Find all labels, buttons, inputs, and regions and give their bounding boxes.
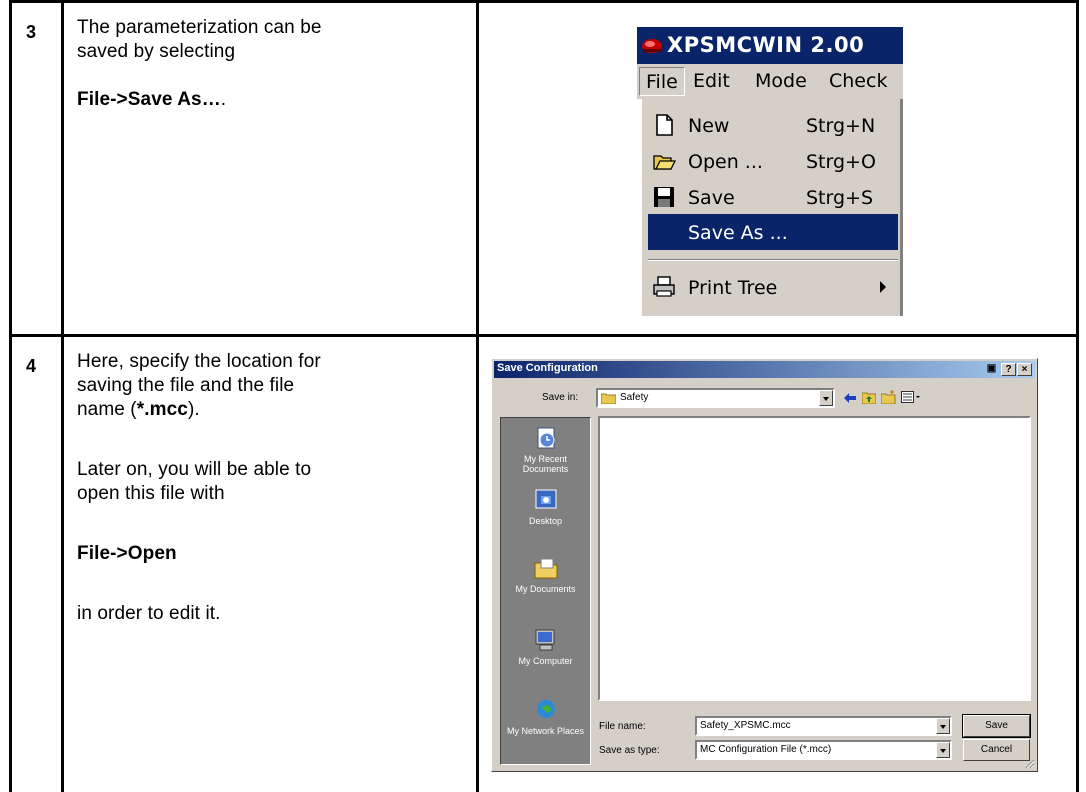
place-label: My Recent Documents [522,454,569,474]
text-fragment: ). [187,399,200,420]
menu-item-shortcut: Strg+O [806,151,876,173]
table-divider [476,0,479,792]
menu-item-shortcut: Strg+N [806,115,876,137]
menu-path: File->Open [77,543,177,564]
my-computer-icon [535,629,554,651]
printer-icon [653,276,675,297]
window-title: XPSMCWIN 2.00 [667,33,865,57]
help-button[interactable]: ? [1001,363,1016,376]
table-divider [9,334,1079,337]
menu-item-label: Save [688,187,735,209]
back-arrow-icon[interactable] [843,392,857,404]
step-text-line: Later on, you will be able to [77,459,312,480]
table-divider [61,0,64,792]
close-button[interactable]: × [1017,363,1032,376]
step-text-line: saved by selecting [77,41,236,62]
new-folder-icon[interactable] [881,390,896,404]
menu-file[interactable]: File [639,67,685,96]
file-menu-dropdown: New Strg+N Open ... Strg+O Save Strg+S S… [641,99,903,316]
menu-item-new[interactable]: New Strg+N [648,107,898,143]
cancel-button[interactable]: Cancel [963,739,1030,761]
step-text-line: in order to edit it. [77,603,221,624]
step-number: 3 [26,22,37,42]
resize-icon[interactable]: ▣ [984,363,999,376]
step-text-line: File->Open [77,542,321,566]
floppy-disk-icon [654,187,674,207]
save-as-type-value: MC Configuration File (*.mcc) [700,744,832,755]
place-label: My Computer [518,656,573,666]
folder-icon [601,393,616,404]
step-text-line: name (*.mcc). [77,398,321,422]
menu-path: File->Save As… [77,89,221,110]
menu-mode[interactable]: Mode [755,70,807,92]
menu-separator [648,259,898,261]
place-my-network-places[interactable]: My Network Places [501,696,590,736]
resize-grip-icon[interactable] [1023,757,1035,769]
step-number: 4 [26,356,37,376]
menu-item-open[interactable]: Open ... Strg+O [648,143,898,179]
file-name-value: Safety_XPSMC.mcc [700,720,791,731]
step-text: The parameterization can be saved by sel… [77,16,322,112]
place-my-documents[interactable]: My Documents [501,554,590,594]
text-fragment: name ( [77,399,137,420]
save-as-type-dropdown[interactable]: MC Configuration File (*.mcc) [695,740,952,760]
menu-item-label: New [688,115,730,137]
step-text-line: File->Save As…. [77,88,322,112]
chevron-down-icon[interactable] [819,390,833,406]
dialog-title-bar: Save Configuration ▣ ? × [494,361,1035,378]
place-label: My Documents [515,584,576,594]
menu-item-shortcut: Strg+S [806,187,874,209]
submenu-arrow-icon [880,281,886,293]
place-desktop[interactable]: Desktop [501,486,590,526]
file-list-view[interactable] [598,416,1031,701]
chevron-down-icon[interactable] [936,718,950,734]
file-name-input[interactable]: Safety_XPSMC.mcc [695,716,952,736]
file-name-label: File name: [599,721,646,732]
save-button[interactable]: Save [962,714,1031,738]
title-bar: XPSMCWIN 2.00 [637,27,903,64]
menu-screenshot: XPSMCWIN 2.00 File Edit Mode Check New S… [637,27,903,316]
menu-item-label: Save As ... [688,222,788,244]
step-text-line: Here, specify the location for [77,351,321,372]
network-places-icon [536,700,555,721]
place-my-recent-documents[interactable]: My Recent Documents [501,424,590,474]
menu-item-label: Print Tree [688,277,778,299]
new-document-icon [656,114,673,136]
recent-documents-icon [537,427,554,449]
up-folder-icon[interactable] [862,391,876,404]
menu-check[interactable]: Check [829,70,887,92]
file-extension: *.mcc [136,399,188,420]
my-documents-icon [534,558,557,579]
menu-item-print-tree[interactable]: Print Tree [648,269,898,305]
menu-shadow [900,99,903,316]
punctuation: . [220,89,227,110]
step-text: Here, specify the location for saving th… [77,350,321,626]
save-as-type-label: Save as type: [599,745,660,756]
desktop-icon [535,489,556,509]
view-menu-icon[interactable] [901,391,921,404]
step-text-line: saving the file and the file [77,375,295,396]
menu-item-save-as[interactable]: Save As ... [648,214,898,250]
menu-edit[interactable]: Edit [693,70,730,92]
open-folder-icon [653,155,676,170]
save-in-label: Save in: [542,392,579,403]
place-label: Desktop [528,516,563,526]
app-icon [642,39,662,53]
save-in-dropdown[interactable]: Safety [596,388,835,408]
chevron-down-icon[interactable] [936,742,950,758]
menu-item-save[interactable]: Save Strg+S [648,179,898,215]
step-text-line: The parameterization can be [77,17,322,38]
place-label: My Network Places [506,726,585,736]
places-bar: My Recent Documents Desktop My Documents [500,417,591,765]
menu-item-label: Open ... [688,151,763,173]
save-configuration-dialog: Save Configuration ▣ ? × Save in: Safety [491,358,1038,772]
menu-bar: File Edit Mode Check [637,64,903,99]
place-my-computer[interactable]: My Computer [501,626,590,666]
save-in-value: Safety [620,392,649,403]
step-text-line: open this file with [77,483,225,504]
dialog-title: Save Configuration [497,362,598,374]
